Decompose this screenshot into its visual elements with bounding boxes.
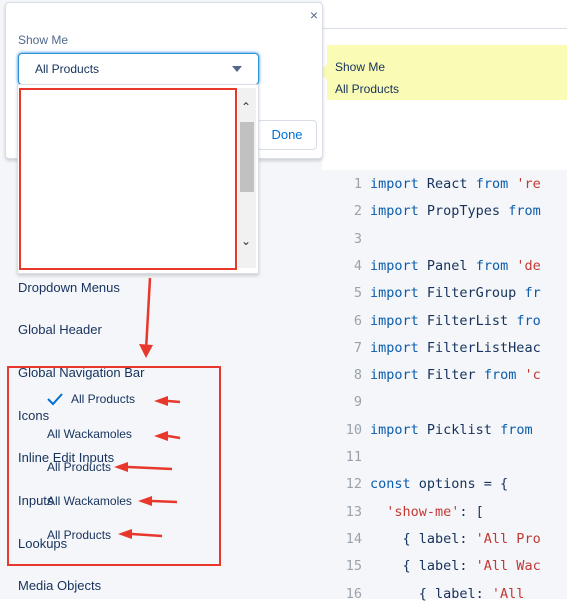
check-icon: [47, 393, 63, 406]
annotation-arrows-left: [114, 396, 181, 539]
annotation-arrowhead: [139, 344, 153, 358]
annotation-overlay: [47, 277, 181, 539]
annotation-arrow-down: [144, 277, 152, 351]
